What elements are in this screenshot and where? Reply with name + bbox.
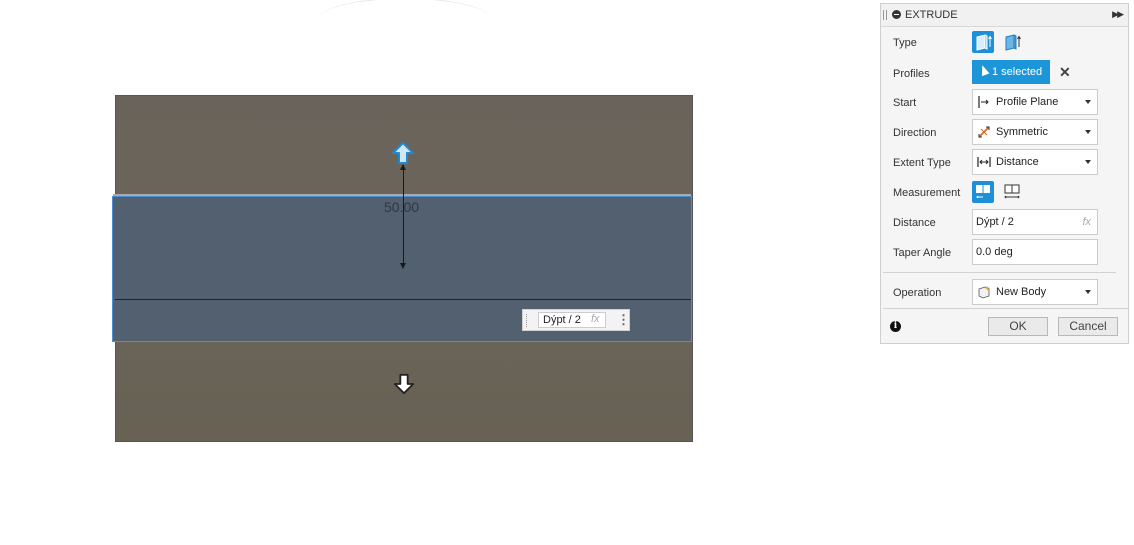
- grip-handle[interactable]: [526, 314, 530, 327]
- chevron-down-icon: [1085, 160, 1091, 164]
- direction-label: Direction: [893, 127, 937, 139]
- dimension-arrow-bottom: [400, 263, 406, 269]
- dimension-line: [403, 165, 404, 267]
- profiles-selection-button[interactable]: 1 selected: [972, 60, 1050, 84]
- expand-icon[interactable]: ▶▶: [1112, 9, 1124, 20]
- extent-type-dropdown[interactable]: Distance: [972, 149, 1098, 175]
- operation-value: New Body: [996, 286, 1047, 298]
- extent-type-value: Distance: [996, 156, 1039, 168]
- drag-arrow-up-icon[interactable]: [391, 141, 415, 165]
- collapse-icon[interactable]: [892, 10, 901, 19]
- select-cursor-icon: [978, 63, 990, 77]
- operation-dropdown[interactable]: New Body: [972, 279, 1098, 305]
- background-arc: [320, 0, 490, 39]
- sketch-midline: [115, 299, 691, 300]
- chevron-down-icon: [1085, 100, 1091, 104]
- new-body-icon: [978, 285, 990, 299]
- symmetric-icon: [978, 126, 990, 138]
- fx-icon[interactable]: fx: [1082, 210, 1091, 234]
- inline-distance-field: Dýpt / 2 fx ⋮: [522, 309, 630, 331]
- drag-arrow-down-icon[interactable]: [393, 373, 415, 395]
- thin-extrude-icon: [1005, 34, 1021, 51]
- distance-input[interactable]: Dýpt / 2 fx: [972, 209, 1098, 235]
- ok-button[interactable]: OK: [988, 317, 1048, 336]
- operation-label: Operation: [893, 287, 942, 299]
- drag-handle-icon[interactable]: [883, 10, 887, 20]
- distance-label: Distance: [893, 217, 936, 229]
- dimension-value: 50.00: [384, 199, 420, 215]
- info-icon[interactable]: i: [890, 321, 901, 332]
- solid-extrude-icon: [976, 34, 992, 51]
- chevron-down-icon: [1085, 290, 1091, 294]
- row-distance: Distance Dýpt / 2 fx: [881, 209, 1128, 237]
- measure-half-icon: [976, 185, 990, 199]
- divider: [883, 272, 1116, 273]
- measure-whole-icon: [1004, 184, 1020, 199]
- clear-selection-icon[interactable]: ✕: [1059, 64, 1071, 81]
- type-thin-button[interactable]: [1001, 31, 1023, 53]
- profiles-label: Profiles: [893, 68, 930, 80]
- measurement-label: Measurement: [893, 187, 961, 199]
- inline-fx-icon[interactable]: fx: [591, 313, 600, 325]
- row-extent-type: Extent Type Distance: [881, 149, 1128, 177]
- footer-divider: [883, 308, 1128, 309]
- distance-icon: [977, 157, 991, 167]
- direction-value: Symmetric: [996, 126, 1048, 138]
- cancel-button[interactable]: Cancel: [1058, 317, 1118, 336]
- chevron-down-icon: [1085, 130, 1091, 134]
- row-taper-angle: Taper Angle 0.0 deg: [881, 239, 1128, 267]
- extrude-dialog: EXTRUDE ▶▶ Type Profiles 1 selected ✕ St…: [880, 3, 1129, 344]
- extent-type-label: Extent Type: [893, 157, 951, 169]
- start-label: Start: [893, 97, 917, 109]
- row-profiles: Profiles 1 selected ✕: [881, 60, 1128, 88]
- start-dropdown[interactable]: Profile Plane: [972, 89, 1098, 115]
- inline-more-icon[interactable]: ⋮: [617, 313, 630, 326]
- row-start: Start Profile Plane: [881, 89, 1128, 117]
- row-type: Type: [881, 29, 1128, 57]
- row-direction: Direction Symmetric: [881, 119, 1128, 147]
- measurement-symmetric-button[interactable]: [972, 181, 994, 203]
- taper-angle-label: Taper Angle: [893, 247, 952, 259]
- start-value: Profile Plane: [996, 96, 1059, 108]
- profiles-selection-text: 1 selected: [992, 66, 1043, 78]
- type-solid-button[interactable]: [972, 31, 994, 53]
- type-label: Type: [893, 37, 917, 49]
- direction-dropdown[interactable]: Symmetric: [972, 119, 1098, 145]
- dialog-header[interactable]: EXTRUDE ▶▶: [881, 4, 1128, 27]
- distance-value: Dýpt / 2: [976, 216, 1014, 228]
- taper-angle-input[interactable]: 0.0 deg: [972, 239, 1098, 265]
- dialog-title: EXTRUDE: [905, 9, 958, 21]
- row-operation: Operation New Body: [881, 279, 1128, 307]
- measurement-whole-button[interactable]: [1001, 181, 1023, 203]
- taper-angle-value: 0.0 deg: [976, 246, 1013, 258]
- profile-plane-icon: [978, 96, 989, 108]
- row-measurement: Measurement: [881, 179, 1128, 207]
